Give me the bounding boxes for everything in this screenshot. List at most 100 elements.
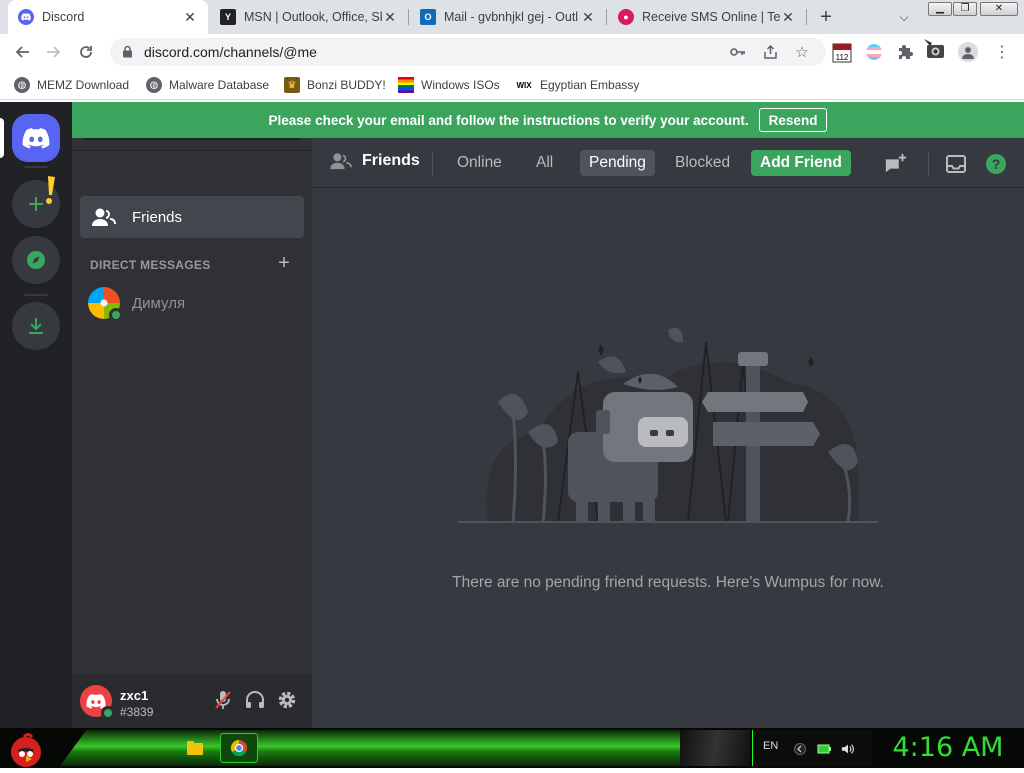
tab-close-icon[interactable]: ✕ <box>182 9 198 26</box>
tab-title: Discord <box>42 10 85 24</box>
tab-mail[interactable]: O Mail - gvbnhjkl gej - Outl ✕ <box>410 0 606 34</box>
new-tab-plus-icon[interactable]: + <box>816 6 836 28</box>
verify-email-banner: Please check your email and follow the i… <box>72 102 1024 138</box>
explorer-taskbar-button[interactable] <box>176 733 214 763</box>
tab-sms[interactable]: ● Receive SMS Online | Tem ✕ <box>608 0 806 34</box>
key-icon[interactable] <box>728 42 748 62</box>
tab-separator <box>606 9 607 25</box>
extensions-puzzle-icon[interactable] <box>896 42 916 62</box>
kebab-menu-icon[interactable]: ⋮ <box>992 42 1012 62</box>
calendar-extension-icon[interactable]: 112 <box>831 40 853 64</box>
tab-close-icon[interactable]: ✕ <box>780 9 796 26</box>
pending-empty-state: There are no pending friend requests. He… <box>312 188 1024 728</box>
tray-chevron-icon[interactable] <box>793 742 807 756</box>
outlook-favicon-icon: O <box>420 9 436 25</box>
username: zxc1 <box>120 688 149 703</box>
tab-separator <box>408 9 409 25</box>
volume-icon[interactable] <box>841 742 855 756</box>
bookmark-label: Bonzi BUDDY! <box>307 78 386 92</box>
sidebar-item-label: Friends <box>132 208 183 226</box>
create-dm-plus-icon[interactable]: + <box>276 253 292 273</box>
mute-microphone-button[interactable] <box>212 689 234 711</box>
home-button[interactable] <box>12 114 60 162</box>
camera-extension-icon[interactable] <box>924 38 946 62</box>
dm-sidebar: Friends DIRECT MESSAGES + Димуля <box>72 102 312 728</box>
tab-discord[interactable]: Discord ✕ <box>8 0 208 34</box>
address-bar[interactable]: discord.com/channels/@me <box>110 38 826 66</box>
help-question-icon: ? <box>986 154 1006 174</box>
dm-list-item[interactable]: Димуля <box>80 282 304 324</box>
taskbar-glow <box>60 730 720 766</box>
share-icon[interactable] <box>760 42 780 62</box>
reload-icon[interactable] <box>76 42 96 62</box>
avatar[interactable] <box>80 685 115 720</box>
add-server-button[interactable] <box>12 176 60 228</box>
angry-bird-icon <box>11 733 41 767</box>
online-status-dot <box>109 308 123 322</box>
sidebar-item-friends[interactable]: Friends <box>80 196 304 238</box>
minimize-button[interactable]: ▁ <box>928 2 952 16</box>
trans-flag-extension-icon[interactable] <box>864 42 884 62</box>
rail-separator <box>24 166 48 168</box>
svg-text:?: ? <box>992 156 1001 172</box>
tab-online[interactable]: Online <box>448 150 511 176</box>
bookmark-malware-db[interactable]: ◍ Malware Database <box>146 76 269 94</box>
exclamation-icon <box>46 176 55 204</box>
tab-blocked[interactable]: Blocked <box>666 150 739 176</box>
tab-pending[interactable]: Pending <box>580 150 655 176</box>
taskbar-clock[interactable]: 4:16 AM <box>878 732 1018 764</box>
tab-close-icon[interactable]: ✕ <box>382 9 398 26</box>
language-indicator[interactable]: EN <box>763 740 778 752</box>
user-panel: zxc1 #3839 <box>72 674 312 728</box>
msn-favicon-icon: Y <box>220 9 236 25</box>
lock-icon[interactable] <box>122 45 134 59</box>
start-button[interactable] <box>4 728 48 768</box>
friends-header: Friends Online All Pending Blocked Add F… <box>312 138 1024 188</box>
discord-app: Friends DIRECT MESSAGES + Димуля zxc1 #3… <box>0 102 1024 728</box>
tab-msn[interactable]: Y MSN | Outlook, Office, Sk ✕ <box>210 0 408 34</box>
download-apps-button[interactable] <box>12 302 60 350</box>
friends-wave-icon <box>330 153 352 170</box>
maximize-button[interactable]: ❐ <box>953 2 977 16</box>
tab-separator <box>806 9 807 25</box>
battery-icon[interactable] <box>817 742 831 756</box>
friends-wave-icon <box>92 208 116 226</box>
new-group-dm-button[interactable] <box>884 152 908 176</box>
deafen-button[interactable] <box>244 689 266 711</box>
explore-servers-button[interactable] <box>12 236 60 284</box>
user-settings-button[interactable] <box>276 689 298 711</box>
add-friend-button[interactable]: Add Friend <box>751 150 851 176</box>
discord-favicon-icon <box>18 9 34 25</box>
bookmark-memz[interactable]: ◍ MEMZ Download <box>14 76 129 94</box>
tab-close-icon[interactable]: ✕ <box>580 9 596 26</box>
bookmark-windows-isos[interactable]: Windows ISOs <box>398 76 500 94</box>
muted-microphone-icon <box>215 691 231 709</box>
bookmark-bonzi[interactable]: ♛ Bonzi BUDDY! <box>284 76 386 94</box>
folder-icon <box>187 741 203 755</box>
new-group-dm-icon <box>885 153 907 173</box>
close-window-button[interactable]: ✕ <box>980 2 1018 16</box>
tab-title: Mail - gvbnhjkl gej - Outl <box>444 10 579 24</box>
taskbar-dark-segment <box>680 730 750 766</box>
resend-button[interactable]: Resend <box>758 108 828 132</box>
tab-search-chevron-down-icon[interactable]: ⌵ <box>894 7 914 27</box>
plus-icon <box>29 197 43 211</box>
browser-toolbar: discord.com/channels/@me ☆ 112 ⋮ <box>0 34 1024 70</box>
rainbow-flag-icon <box>398 77 414 93</box>
discord-logo-icon <box>86 693 106 709</box>
bookmark-star-icon[interactable]: ☆ <box>792 42 812 62</box>
back-arrow-icon[interactable] <box>12 42 32 62</box>
bookmark-label: Windows ISOs <box>421 78 500 92</box>
forward-arrow-icon[interactable] <box>44 42 64 62</box>
help-button[interactable]: ? <box>984 152 1008 176</box>
avatar <box>88 287 123 322</box>
bookmark-label: MEMZ Download <box>37 78 130 92</box>
server-rail <box>0 102 72 728</box>
bookmark-label: Malware Database <box>169 78 270 92</box>
inbox-button[interactable] <box>944 152 968 176</box>
banner-message: Please check your email and follow the i… <box>268 112 749 128</box>
tab-all[interactable]: All <box>527 150 562 176</box>
profile-avatar-icon[interactable] <box>958 42 978 62</box>
bookmark-egyptian-embassy[interactable]: WIX Egyptian Embassy <box>515 76 639 94</box>
chrome-taskbar-button[interactable] <box>220 733 258 763</box>
